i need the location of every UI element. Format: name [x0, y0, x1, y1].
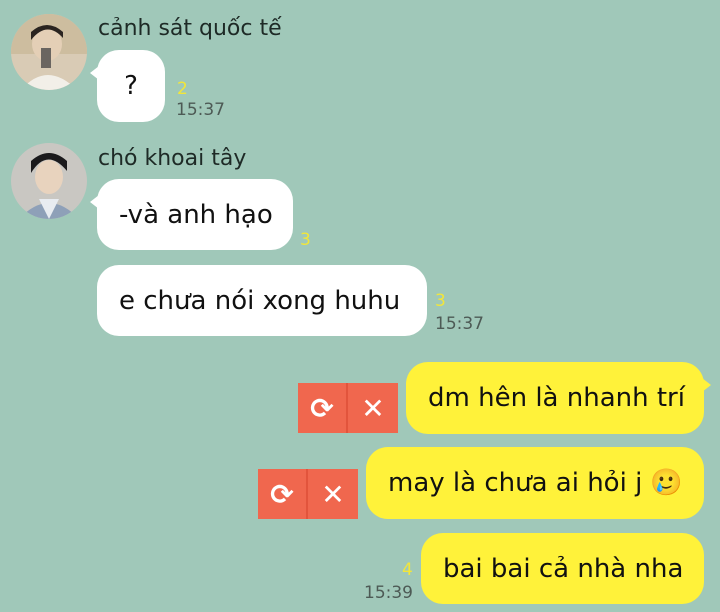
my-message-bubble[interactable]: dm hên là nhanh trí	[406, 362, 711, 434]
message-bubble[interactable]: e chưa nói xong huhu	[97, 265, 427, 336]
message-time: 15:37	[435, 314, 484, 334]
cancel-button[interactable]: ✕	[308, 469, 358, 519]
close-icon: ✕	[361, 391, 385, 425]
message-time: 15:39	[364, 583, 413, 603]
sender-name: chó khoai tây	[98, 146, 247, 171]
close-icon: ✕	[321, 477, 345, 511]
avatar-canh-sat-quoc-te[interactable]	[11, 14, 87, 90]
my-message-bubble[interactable]: may là chưa ai hỏi j 🥲	[366, 447, 704, 519]
message-text: may là chưa ai hỏi j	[388, 468, 643, 498]
unread-count: 3	[300, 230, 311, 250]
message-text: dm hên là nhanh trí	[428, 383, 685, 413]
message-text: -và anh hạo	[119, 199, 273, 230]
my-message-bubble[interactable]: bai bai cả nhà nha	[421, 533, 704, 604]
message-text: e chưa nói xong huhu	[119, 285, 401, 316]
failed-message-actions: ⟳ ✕	[258, 469, 358, 519]
message-bubble[interactable]: ?	[90, 50, 165, 122]
retry-button[interactable]: ⟳	[298, 383, 348, 433]
message-bubble[interactable]: -và anh hạo	[90, 179, 293, 250]
cancel-button[interactable]: ✕	[348, 383, 398, 433]
message-time: 15:37	[176, 100, 225, 120]
retry-icon: ⟳	[270, 477, 294, 511]
unread-count: 3	[435, 291, 446, 311]
sender-name: cảnh sát quốc tế	[98, 16, 282, 41]
retry-icon: ⟳	[310, 391, 334, 425]
retry-button[interactable]: ⟳	[258, 469, 308, 519]
failed-message-actions: ⟳ ✕	[298, 383, 398, 433]
avatar-cho-khoai-tay[interactable]	[11, 143, 87, 219]
message-text: ?	[124, 71, 138, 101]
sweat-smile-emoji-icon: 🥲	[650, 468, 683, 498]
unread-count: 4	[402, 560, 413, 580]
unread-count: 2	[177, 79, 188, 99]
message-text: bai bai cả nhà nha	[443, 553, 684, 584]
